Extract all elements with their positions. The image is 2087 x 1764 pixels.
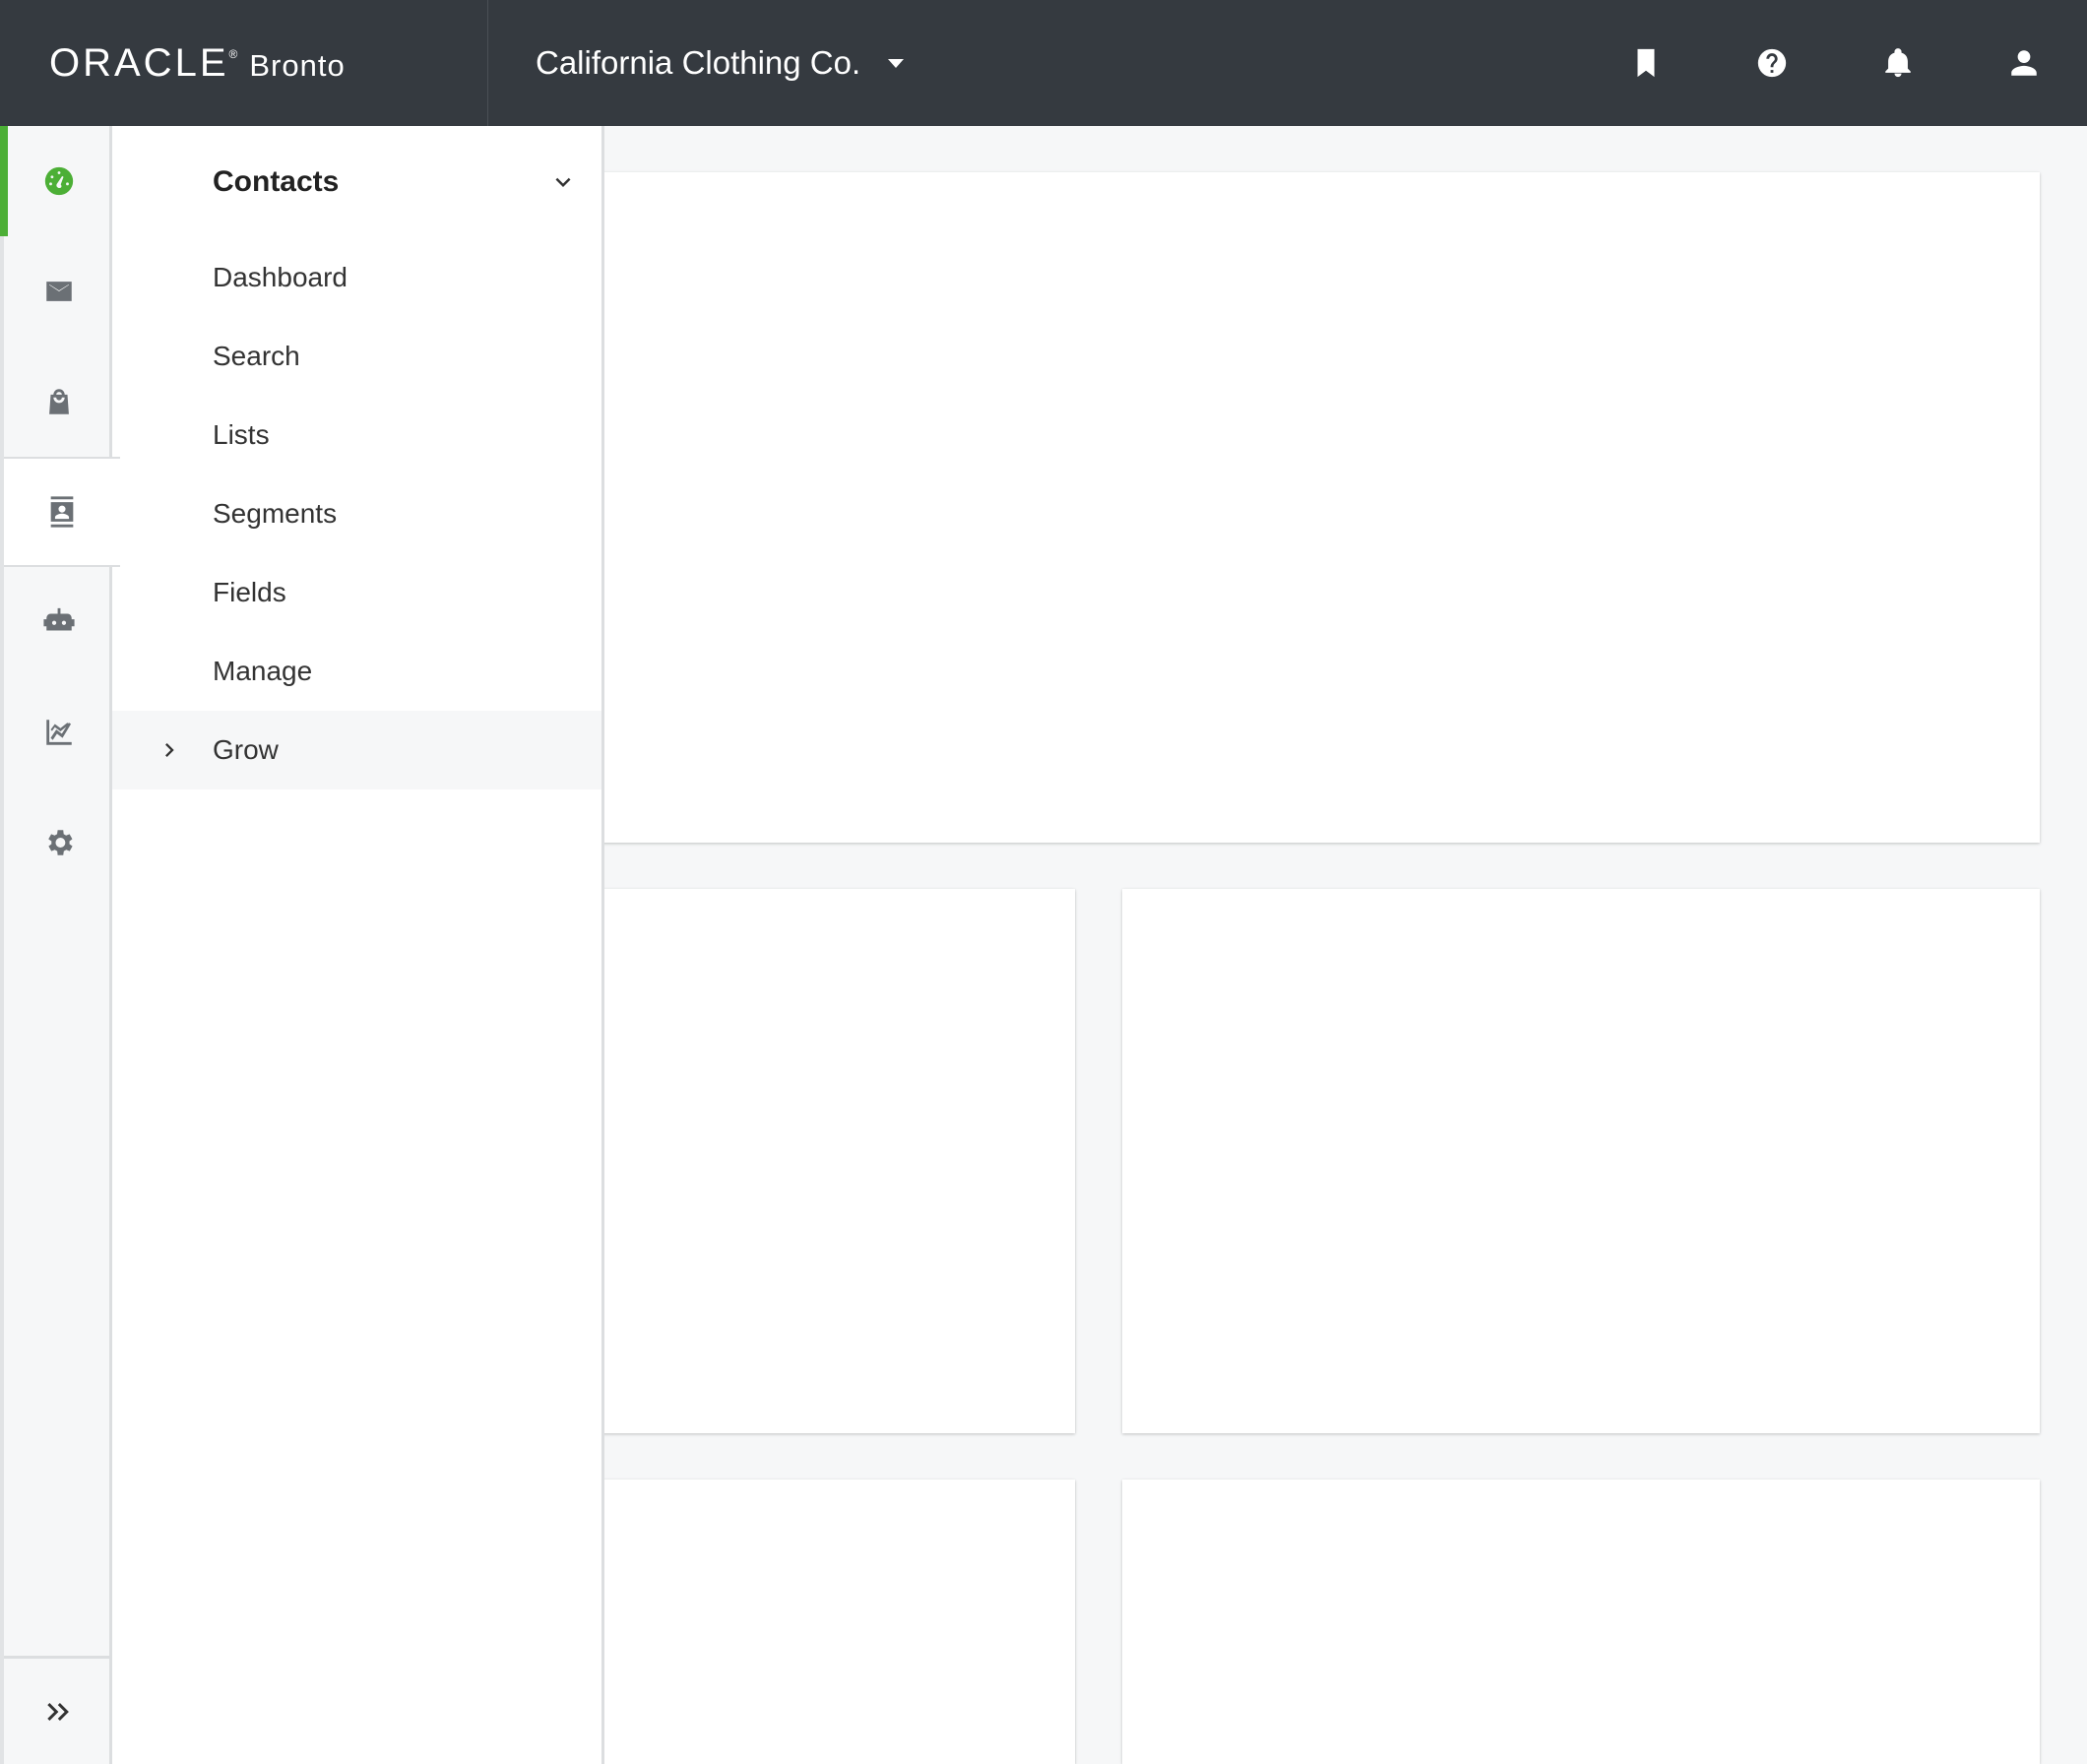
submenu-item-label: Dashboard — [213, 262, 348, 292]
submenu-item-fields[interactable]: Fields — [112, 553, 601, 632]
double-chevron-right-icon — [46, 1702, 69, 1721]
submenu-item-label: Fields — [213, 577, 286, 607]
chart-icon — [45, 720, 72, 745]
submenu-item-lists[interactable]: Lists — [112, 396, 601, 474]
notifications-icon[interactable] — [1835, 0, 1961, 126]
rail-item-reports[interactable] — [4, 677, 113, 788]
submenu-item-segments[interactable]: Segments — [112, 474, 601, 553]
content-card-bottom-left — [551, 1480, 1075, 1764]
contacts-submenu: Contacts Dashboard Search Lists Segments… — [112, 126, 604, 1764]
expand-rail-button[interactable] — [4, 1656, 113, 1764]
submenu-item-dashboard[interactable]: Dashboard — [112, 238, 601, 317]
rail-item-contacts[interactable] — [4, 457, 120, 567]
caret-down-icon — [888, 58, 905, 68]
rail-item-commerce[interactable] — [4, 346, 113, 457]
help-icon[interactable] — [1709, 0, 1835, 126]
chevron-down-icon — [555, 177, 571, 187]
rail-item-dashboard[interactable] — [0, 126, 113, 236]
bookmark-icon[interactable] — [1583, 0, 1709, 126]
submenu-item-label: Lists — [213, 419, 270, 450]
content-card-middle-left — [551, 889, 1075, 1433]
brand-oracle-wordmark: ORACLE — [49, 40, 229, 85]
brand-logo[interactable]: ORACLE ® Bronto — [0, 0, 488, 126]
content-card-middle-right — [1122, 889, 2040, 1433]
submenu-list: Dashboard Search Lists Segments Fields M… — [112, 238, 601, 789]
account-switcher[interactable]: California Clothing Co. — [488, 0, 905, 126]
contact-card-icon — [50, 496, 74, 528]
submenu-title: Contacts — [213, 165, 340, 198]
user-icon[interactable] — [1961, 0, 2087, 126]
robot-icon — [42, 607, 75, 631]
submenu-header[interactable]: Contacts — [112, 126, 601, 238]
rail-item-automation[interactable] — [4, 567, 113, 677]
content-card-bottom-right — [1122, 1480, 2040, 1764]
submenu-item-manage[interactable]: Manage — [112, 632, 601, 711]
submenu-item-search[interactable]: Search — [112, 317, 601, 396]
submenu-item-label: Grow — [213, 734, 279, 765]
submenu-item-grow[interactable]: Grow — [112, 711, 601, 789]
submenu-item-label: Segments — [213, 498, 338, 529]
rail-item-messages[interactable] — [4, 236, 113, 346]
content-card-top — [551, 172, 2040, 843]
account-name: California Clothing Co. — [536, 44, 861, 81]
speedometer-icon — [44, 166, 73, 196]
submenu-item-label: Manage — [213, 656, 313, 686]
mail-icon — [45, 282, 72, 301]
submenu-item-label: Search — [213, 341, 300, 371]
header-actions — [1583, 0, 2087, 126]
chevron-right-icon — [165, 743, 174, 757]
shopping-bag-icon — [48, 389, 69, 414]
icon-rail — [0, 126, 120, 1764]
brand-registered-mark: ® — [228, 47, 238, 61]
rail-item-settings[interactable] — [4, 788, 113, 898]
top-header: ORACLE ® Bronto California Clothing Co. — [0, 0, 2087, 126]
brand-product-name: Bronto — [249, 48, 346, 83]
gear-icon — [47, 830, 73, 855]
